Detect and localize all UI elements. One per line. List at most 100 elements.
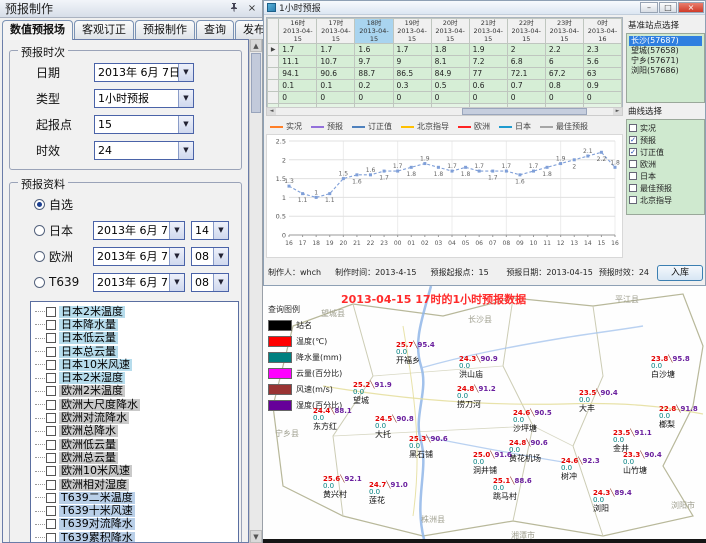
grid-cell[interactable]: 77 bbox=[469, 68, 507, 80]
tree-item-label[interactable]: 日本10米风速 bbox=[59, 359, 132, 371]
combo-date-T639[interactable]: 2013年 6月 7日▼ bbox=[93, 273, 185, 292]
tree-item-label[interactable]: 欧洲2米温度 bbox=[59, 385, 125, 397]
chevron-down-icon[interactable]: ▼ bbox=[213, 248, 228, 265]
tree-item-label[interactable]: T639二米温度 bbox=[59, 492, 135, 504]
checkbox-icon[interactable]: ✓ bbox=[629, 136, 637, 144]
grid-cell[interactable]: 67.2 bbox=[545, 68, 583, 80]
grid-cell[interactable]: 0.1 bbox=[279, 80, 317, 92]
tree-item-label[interactable]: 欧洲对流降水 bbox=[59, 412, 129, 424]
checkbox-icon[interactable] bbox=[46, 413, 56, 423]
grid-cell[interactable]: 0 bbox=[355, 92, 393, 104]
chevron-down-icon[interactable]: ▼ bbox=[169, 222, 184, 239]
tab-数值预报场[interactable]: 数值预报场 bbox=[2, 20, 73, 40]
column-header[interactable]: 0时2013-04-16 bbox=[583, 19, 621, 44]
station-list-item[interactable]: 长沙(57687) bbox=[629, 36, 702, 46]
grid-cell[interactable]: 63 bbox=[583, 68, 621, 80]
checkbox-icon[interactable] bbox=[46, 533, 56, 543]
scroll-up-icon[interactable]: ▲ bbox=[250, 39, 262, 52]
checkbox-icon[interactable] bbox=[46, 400, 56, 410]
scroll-left-icon[interactable]: ◄ bbox=[267, 108, 276, 115]
grid-cell[interactable]: 0 bbox=[317, 92, 355, 104]
column-header[interactable]: 22时2013-04-15 bbox=[507, 19, 545, 44]
grid-cell[interactable]: 10.7 bbox=[317, 56, 355, 68]
tree-item-label[interactable]: 日本降水量 bbox=[59, 319, 118, 331]
tree-item-label[interactable]: 欧洲相对湿度 bbox=[59, 479, 129, 491]
tree-item-label[interactable]: 欧洲总降水 bbox=[59, 425, 118, 437]
grid-cell[interactable]: 0 bbox=[279, 92, 317, 104]
column-header[interactable]: 17时2013-04-15 bbox=[317, 19, 355, 44]
grid-cell[interactable]: 7.2 bbox=[469, 56, 507, 68]
radio-欧洲[interactable] bbox=[34, 251, 45, 262]
checkbox-icon[interactable]: ✓ bbox=[629, 148, 637, 156]
radio-T639[interactable] bbox=[34, 277, 45, 288]
tree-item-label[interactable]: T639累积降水 bbox=[59, 532, 135, 543]
grid-cell[interactable]: 86.5 bbox=[393, 68, 431, 80]
scroll-thumb[interactable] bbox=[251, 53, 261, 113]
checkbox-icon[interactable] bbox=[629, 196, 637, 204]
station-list-item[interactable]: 宁乡(57671) bbox=[629, 56, 702, 66]
checkbox-icon[interactable] bbox=[46, 333, 56, 343]
grid-cell[interactable]: 1.6 bbox=[355, 44, 393, 56]
grid-cell[interactable]: 2.3 bbox=[583, 44, 621, 56]
grid-cell[interactable]: 0 bbox=[545, 92, 583, 104]
column-header[interactable]: 18时2013-04-15 bbox=[355, 19, 393, 44]
grid-cell[interactable]: 5.6 bbox=[583, 56, 621, 68]
checkbox-icon[interactable] bbox=[629, 160, 637, 168]
tree-item-label[interactable]: 欧洲大尺度降水 bbox=[59, 399, 140, 411]
radio-日本[interactable] bbox=[34, 225, 45, 236]
tree-item-label[interactable]: T639对流降水 bbox=[59, 518, 135, 530]
checkbox-icon[interactable] bbox=[46, 440, 56, 450]
window-titlebar[interactable]: 1小时预报 –□× bbox=[264, 1, 705, 15]
grid-cell[interactable]: 0.5 bbox=[431, 80, 469, 92]
tab-查询[interactable]: 查询 bbox=[196, 20, 234, 39]
grid-cell[interactable]: 0.7 bbox=[507, 80, 545, 92]
combo-hour-T639[interactable]: 08▼ bbox=[191, 273, 229, 292]
grid-cell[interactable]: 9.7 bbox=[355, 56, 393, 68]
chevron-down-icon[interactable]: ▼ bbox=[213, 222, 228, 239]
checkbox-icon[interactable] bbox=[629, 184, 637, 192]
forecast-data-grid[interactable]: 16时2013-04-1517时2013-04-1518时2013-04-151… bbox=[266, 17, 623, 116]
tree-item-label[interactable]: 欧洲低云量 bbox=[59, 439, 118, 451]
grid-cell[interactable]: 0.2 bbox=[355, 80, 393, 92]
tree-item-label[interactable]: 日本总云量 bbox=[59, 346, 118, 358]
station-list-item[interactable]: 望城(57658) bbox=[629, 46, 702, 56]
tab-客观订正[interactable]: 客观订正 bbox=[74, 20, 134, 39]
chevron-down-icon[interactable]: ▼ bbox=[178, 142, 193, 159]
combo-date-日本[interactable]: 2013年 6月 7日▼ bbox=[93, 221, 185, 240]
grid-cell[interactable]: 0 bbox=[431, 92, 469, 104]
station-list-item[interactable]: 浏阳(57686) bbox=[629, 66, 702, 76]
checkbox-icon[interactable] bbox=[46, 320, 56, 330]
left-panel-scrollbar[interactable]: ▲ ▼ bbox=[249, 39, 262, 543]
grid-cell[interactable]: 2.2 bbox=[545, 44, 583, 56]
column-header[interactable]: 21时2013-04-15 bbox=[469, 19, 507, 44]
grid-cell[interactable]: 2 bbox=[507, 44, 545, 56]
column-header[interactable]: 23时2013-04-15 bbox=[545, 19, 583, 44]
scroll-right-icon[interactable]: ► bbox=[613, 108, 622, 115]
enter-db-button[interactable]: 入库 bbox=[657, 265, 703, 281]
combo-时效[interactable]: 24▼ bbox=[94, 141, 194, 160]
chevron-down-icon[interactable]: ▼ bbox=[213, 274, 228, 291]
grid-cell[interactable]: 1.7 bbox=[279, 44, 317, 56]
grid-cell[interactable]: 84.9 bbox=[431, 68, 469, 80]
grid-cell[interactable]: 90.6 bbox=[317, 68, 355, 80]
minimize-icon[interactable]: – bbox=[640, 2, 658, 13]
checkbox-icon[interactable] bbox=[46, 453, 56, 463]
grid-cell[interactable]: 0.9 bbox=[583, 80, 621, 92]
checkbox-icon[interactable] bbox=[46, 493, 56, 503]
grid-cell[interactable]: 8.1 bbox=[431, 56, 469, 68]
chevron-down-icon[interactable]: ▼ bbox=[178, 90, 193, 107]
checkbox-icon[interactable] bbox=[46, 307, 56, 317]
column-header[interactable]: 19时2013-04-15 bbox=[393, 19, 431, 44]
grid-cell[interactable]: 1.9 bbox=[469, 44, 507, 56]
tree-item-label[interactable]: T639十米风速 bbox=[59, 505, 135, 517]
maximize-icon[interactable]: □ bbox=[659, 2, 677, 13]
grid-cell[interactable]: 0.8 bbox=[545, 80, 583, 92]
checkbox-icon[interactable] bbox=[46, 386, 56, 396]
tree-item-label[interactable]: 日本2米温度 bbox=[59, 306, 125, 318]
grid-cell[interactable]: 0 bbox=[393, 92, 431, 104]
grid-cell[interactable]: 0.1 bbox=[317, 80, 355, 92]
combo-date-欧洲[interactable]: 2013年 6月 7日▼ bbox=[93, 247, 185, 266]
checkbox-icon[interactable] bbox=[46, 347, 56, 357]
grid-cell[interactable]: 6 bbox=[545, 56, 583, 68]
checkbox-icon[interactable] bbox=[46, 360, 56, 370]
